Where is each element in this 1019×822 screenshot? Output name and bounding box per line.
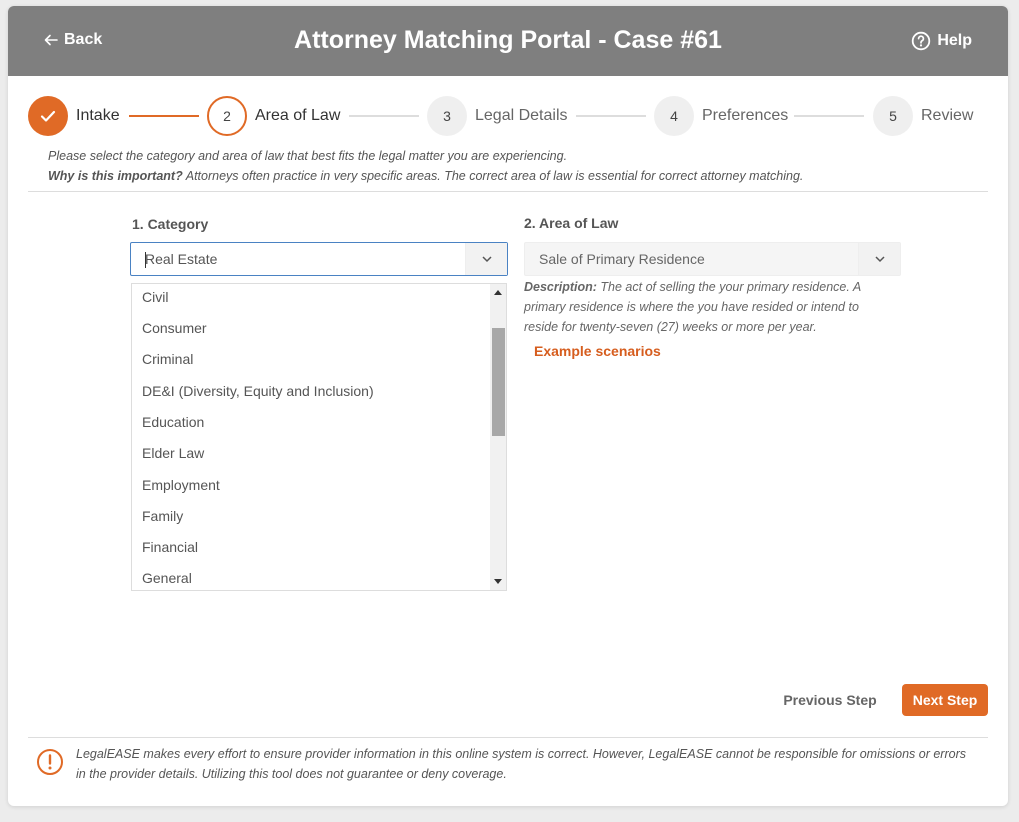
area-description: Description: The act of selling the your… [524,277,884,337]
list-item[interactable]: Consumer [142,320,207,336]
area-of-law-value: Sale of Primary Residence [539,251,705,267]
category-select[interactable]: Real Estate [130,242,508,276]
step-label: Intake [76,107,120,124]
intro-line: Please select the category and area of l… [48,149,568,163]
disclaimer-text: LegalEASE makes every effort to ensure p… [76,747,966,781]
page-title: Attorney Matching Portal - Case #61 [294,26,722,54]
step-connector [794,115,864,117]
step-connector [576,115,646,117]
step-circle: 5 [873,96,913,136]
divider [28,191,988,192]
warning-circle-icon [37,749,63,775]
why-text: Attorneys often practice in very specifi… [182,169,804,183]
scroll-down-arrow-icon[interactable] [494,579,502,584]
example-scenarios-link[interactable]: Example scenarios [534,343,661,359]
step-circle [28,96,68,136]
help-button[interactable]: Help [911,31,972,51]
category-dropdown-list[interactable]: Civil Consumer Criminal DE&I (Diversity,… [131,283,507,591]
list-item[interactable]: Employment [142,477,220,493]
chevron-down-icon[interactable] [858,243,900,275]
divider [28,737,988,738]
step-circle: 4 [654,96,694,136]
list-item[interactable]: Financial [142,539,198,555]
checkmark-icon [40,110,56,122]
scrollbar-thumb[interactable] [492,328,505,436]
list-item[interactable]: DE&I (Diversity, Equity and Inclusion) [142,383,374,399]
header-bar: Back Attorney Matching Portal - Case #61… [8,6,1008,76]
list-scrollbar[interactable] [490,284,506,590]
category-value: Real Estate [145,251,218,267]
step-connector [129,115,199,117]
list-item[interactable]: Education [142,414,204,430]
step-intake[interactable]: Intake [28,96,120,136]
list-item[interactable]: General [142,570,192,586]
list-item[interactable]: Civil [142,289,168,305]
description-label: Description: [524,280,597,294]
category-label: 1. Category [132,216,209,232]
why-label: Why is this important? [48,169,183,183]
step-review[interactable]: 5 Review [873,96,973,136]
wizard-card: Back Attorney Matching Portal - Case #61… [8,6,1008,806]
help-label: Help [937,32,972,49]
list-item[interactable]: Elder Law [142,445,204,461]
intro-why: Why is this important? Attorneys often p… [48,166,988,186]
step-label: Area of Law [255,107,341,124]
scroll-up-arrow-icon[interactable] [494,290,502,295]
step-label: Review [921,107,974,124]
step-legal-details[interactable]: 3 Legal Details [427,96,568,136]
text-caret [145,252,146,268]
next-step-button[interactable]: Next Step [902,684,988,716]
step-preferences[interactable]: 4 Preferences [654,96,788,136]
step-connector [349,115,419,117]
step-label: Preferences [702,107,789,124]
area-of-law-label: 2. Area of Law [524,215,619,231]
previous-step-button[interactable]: Previous Step [780,684,880,716]
progress-stepper: Intake 2 Area of Law 3 Legal Details 4 P… [8,96,1008,136]
step-circle: 2 [207,96,247,136]
step-area-of-law[interactable]: 2 Area of Law [207,96,340,136]
question-circle-icon [912,31,931,51]
list-item[interactable]: Criminal [142,351,193,367]
chevron-down-icon[interactable] [465,243,507,275]
intro-text: Please select the category and area of l… [48,146,988,186]
list-item[interactable]: Family [142,508,183,524]
area-of-law-select[interactable]: Sale of Primary Residence [524,242,901,276]
step-label: Legal Details [475,107,568,124]
step-circle: 3 [427,96,467,136]
